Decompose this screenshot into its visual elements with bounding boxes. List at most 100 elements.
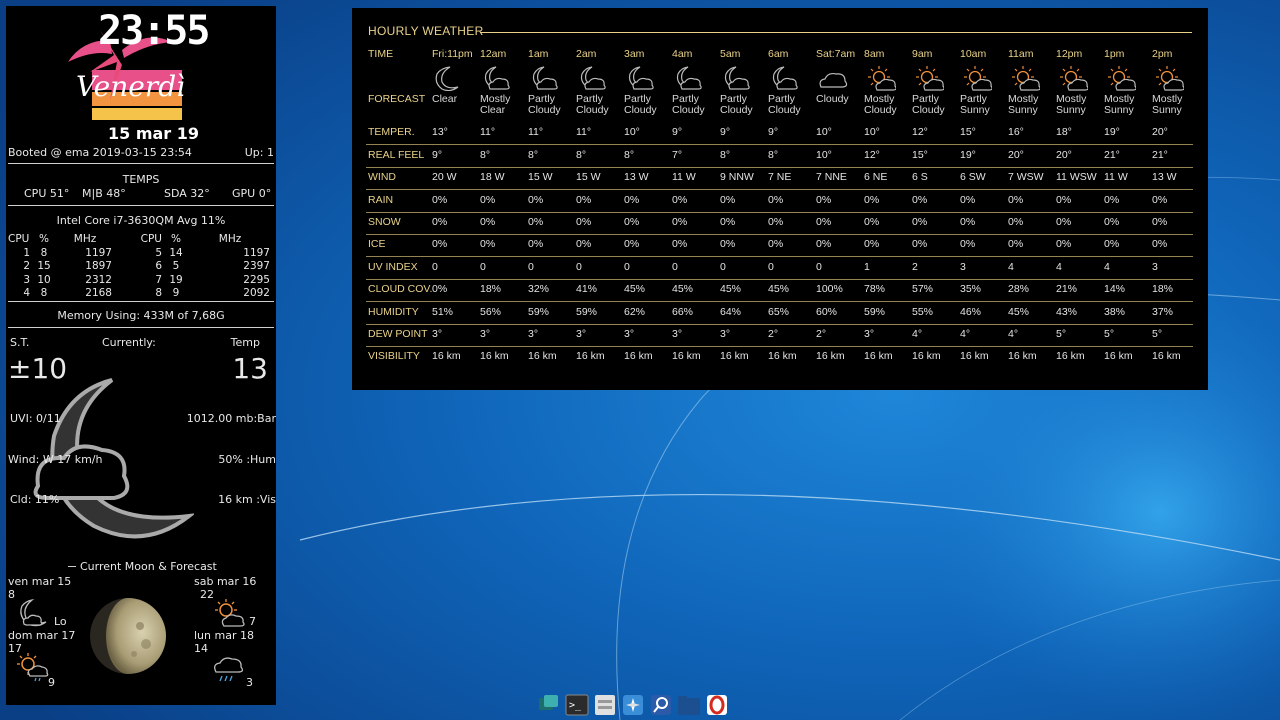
cloud-cell: 78% xyxy=(864,283,886,295)
row-label-time: TIME xyxy=(368,48,394,60)
uptime: Up: 1 xyxy=(244,146,274,159)
hour-time: 11am xyxy=(1008,48,1034,60)
forecast-day-high: 14 xyxy=(194,642,208,655)
temp-cell: 9° xyxy=(768,126,779,138)
dew-cell: 5° xyxy=(1056,328,1067,340)
hour-forecast: Partly Cloudy xyxy=(528,93,561,116)
hour-forecast: Partly Cloudy xyxy=(576,93,609,116)
hour-forecast: Partly Cloudy xyxy=(768,93,801,116)
cloud-cell: 45% xyxy=(720,283,742,295)
ice-cell: 0% xyxy=(912,238,928,250)
wind-current: Wind: W 17 km/h xyxy=(8,453,103,466)
dock-app-manager-icon[interactable] xyxy=(536,692,562,718)
wind-cell: 11 W xyxy=(672,171,696,183)
ice-cell: 0% xyxy=(960,238,976,250)
humidity-cell: 43% xyxy=(1056,306,1078,318)
cloud-cell: 57% xyxy=(912,283,934,295)
row-divider xyxy=(366,346,1193,347)
snow-cell: 0% xyxy=(1104,216,1120,228)
dock-folder-icon[interactable] xyxy=(676,692,702,718)
ice-cell: 0% xyxy=(624,238,640,250)
snow-cell: 0% xyxy=(672,216,688,228)
dew-cell: 3° xyxy=(528,328,539,340)
rain-cell: 0% xyxy=(768,194,784,206)
temp-cell: 9° xyxy=(672,126,683,138)
sun-cloud-icon xyxy=(916,66,944,91)
visibility-cell: 16 km xyxy=(912,350,941,362)
hour-time: 12am xyxy=(480,48,507,60)
snow-cell: 0% xyxy=(720,216,736,228)
clock-time: 23:55 xyxy=(98,8,210,54)
cpu-table: CPU % MHz CPU % MHz 1 8 1197 5 14 1197 2 15 189… xyxy=(8,233,276,301)
dew-cell: 3° xyxy=(576,328,587,340)
dock-search-icon[interactable] xyxy=(648,692,674,718)
snow-cell: 0% xyxy=(528,216,544,228)
temp-cell: 13° xyxy=(432,126,448,138)
hour-forecast: Mostly Cloudy xyxy=(864,93,897,116)
temp-cell: 11° xyxy=(528,126,544,138)
cloud-current: Cld: 11% xyxy=(10,493,60,506)
uv-cell: 4 xyxy=(1056,261,1062,273)
hour-time: 8am xyxy=(864,48,885,60)
temp-cell: 11° xyxy=(576,126,592,138)
wind-cell: 13 W xyxy=(624,171,649,183)
moon-cloud-icon xyxy=(532,66,558,90)
ice-cell: 0% xyxy=(720,238,736,250)
row-divider xyxy=(366,301,1193,302)
dock-files-icon[interactable] xyxy=(592,692,618,718)
sun-cloud-icon xyxy=(1156,66,1184,91)
dock-opera-icon[interactable] xyxy=(704,692,730,718)
wind-cell: 6 S xyxy=(912,171,928,183)
dew-cell: 3° xyxy=(480,328,491,340)
wind-cell: 20 W xyxy=(432,171,457,183)
cpu-row: 2 15 1897 6 5 2397 xyxy=(23,260,270,272)
visibility-cell: 16 km xyxy=(1104,350,1133,362)
wind-cell: 11 W xyxy=(1104,171,1128,183)
temp-cell: 12° xyxy=(912,126,928,138)
sun-cloud-icon xyxy=(964,66,992,91)
row-divider xyxy=(366,256,1193,257)
dew-cell: 2° xyxy=(768,328,779,340)
hour-time: 1pm xyxy=(1104,48,1125,60)
rain-cell: 0% xyxy=(720,194,736,206)
boot-info: Booted @ ema 2019-03-15 23:54 xyxy=(8,146,192,159)
mb-temp: M|B 48° xyxy=(82,187,126,200)
wind-cell: 9 NNW xyxy=(720,171,754,183)
realfeel-cell: 8° xyxy=(576,149,587,161)
row-label-cloud: CLOUD COV. xyxy=(368,283,433,295)
humidity-cell: 38% xyxy=(1104,306,1126,318)
hour-forecast: Partly Sunny xyxy=(960,93,990,116)
temp-cell: 20° xyxy=(1152,126,1168,138)
cloud-cell: 32% xyxy=(528,283,550,295)
currently-label: Currently: xyxy=(102,336,156,349)
dew-cell: 3° xyxy=(624,328,635,340)
snow-cell: 0% xyxy=(912,216,928,228)
dew-cell: 3° xyxy=(720,328,731,340)
hour-forecast: Partly Cloudy xyxy=(624,93,657,116)
humidity-cell: 59% xyxy=(864,306,886,318)
hour-forecast: Partly Cloudy xyxy=(720,93,753,116)
cpu-model: Intel Core i7-3630QM Avg 11% xyxy=(56,214,226,227)
divider xyxy=(8,301,274,302)
moon-cloud-icon xyxy=(724,66,750,90)
visibility-cell: 16 km xyxy=(1056,350,1085,362)
realfeel-cell: 9° xyxy=(432,149,443,161)
memory-usage: Memory Using: 433M of 7,68G xyxy=(57,309,225,322)
dock-browser-icon[interactable] xyxy=(620,692,646,718)
temp-cell: 16° xyxy=(1008,126,1024,138)
hour-time: 12pm xyxy=(1056,48,1083,60)
divider xyxy=(8,327,274,328)
sda-temp: SDA 32° xyxy=(164,187,210,200)
hour-forecast: Mostly Clear xyxy=(480,93,511,116)
humidity-cell: 45% xyxy=(1008,306,1030,318)
visibility-cell: 16 km xyxy=(816,350,845,362)
cloud-rain-icon xyxy=(214,657,244,682)
sun-cloud-icon xyxy=(868,66,896,91)
sun-cloud-rain-icon xyxy=(17,653,49,682)
dock-terminal-icon[interactable]: >_ xyxy=(564,692,590,718)
dew-cell: 5° xyxy=(1152,328,1163,340)
snow-cell: 0% xyxy=(576,216,592,228)
row-divider xyxy=(366,167,1193,168)
hour-forecast: Partly Cloudy xyxy=(672,93,705,116)
dew-cell: 3° xyxy=(864,328,875,340)
